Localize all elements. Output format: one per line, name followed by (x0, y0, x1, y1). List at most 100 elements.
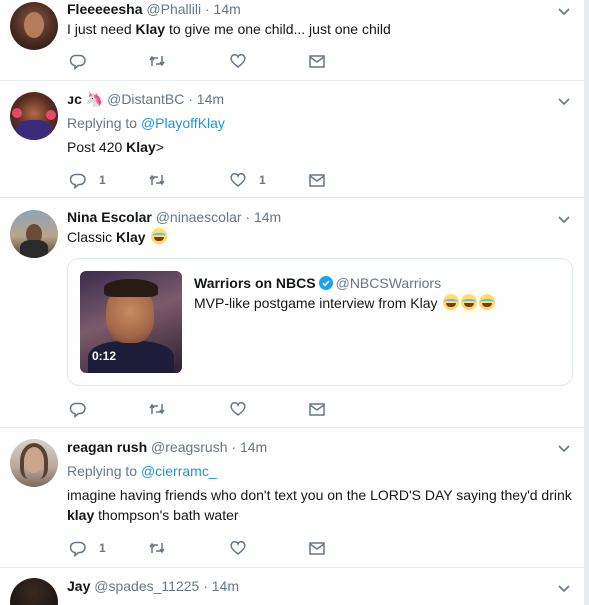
tweet-text-part: I just need (67, 21, 136, 37)
direct-message-icon (309, 174, 325, 187)
like-button[interactable]: 1 (229, 170, 266, 190)
like-count: 1 (259, 173, 266, 187)
tweet-text-part: thompson's bath water (94, 507, 239, 523)
avatar[interactable] (10, 578, 58, 605)
author-name[interactable]: Fleeeeesha (67, 1, 143, 17)
retweet-icon (149, 174, 165, 186)
author-name[interactable]: Jay (67, 578, 90, 594)
retweet-icon (149, 403, 165, 415)
tweet-actions (67, 51, 367, 71)
like-icon (230, 54, 246, 68)
scrollbar[interactable] (584, 0, 589, 605)
author-name[interactable]: reagan rush (67, 439, 147, 455)
highlighted-keyword: Klay (116, 229, 146, 245)
tweet-header: ᴊᴄ 🦄 @DistantBC · 14m (67, 89, 224, 109)
reply-count: 1 (99, 173, 106, 187)
timestamp[interactable]: 14m (254, 209, 281, 225)
timestamp[interactable]: 14m (212, 578, 239, 594)
separator-dot: · (204, 1, 210, 17)
retweet-button[interactable] (148, 51, 166, 71)
tweet-header: reagan rush @reagsrush · 14m (67, 437, 267, 457)
like-icon (230, 402, 246, 416)
avatar[interactable] (10, 2, 58, 50)
avatar[interactable] (10, 92, 58, 140)
like-button[interactable] (229, 51, 247, 71)
tweet[interactable]: reagan rush @reagsrush · 14m Replying to… (0, 428, 584, 568)
card-text: MVP-like postgame interview from Klay (194, 293, 496, 313)
highlighted-keyword: Klay (126, 139, 156, 155)
author-handle[interactable]: @spades_11225 (94, 578, 199, 594)
reply-icon (69, 541, 86, 557)
tweet-text-part: imagine having friends who don't text yo… (67, 487, 572, 503)
separator-dot: · (231, 439, 237, 455)
tweet-text-part: > (155, 139, 164, 155)
like-button[interactable] (229, 399, 247, 419)
reply-icon (69, 173, 86, 189)
replying-to-link[interactable]: @cierramc_ (141, 463, 217, 479)
chevron-down-icon[interactable] (556, 3, 572, 19)
author-name[interactable]: Nina Escolar (67, 209, 152, 225)
chevron-down-icon[interactable] (556, 440, 572, 456)
direct-message-button[interactable] (308, 51, 326, 71)
face-with-tears-of-joy-emoji (479, 294, 496, 310)
tweet-header: Fleeeeesha @Phallili · 14m (67, 0, 241, 19)
chevron-down-icon[interactable] (556, 211, 572, 227)
tweet[interactable]: ᴊᴄ 🦄 @DistantBC · 14m Replying to @Playo… (0, 81, 584, 198)
replying-to: Replying to @cierramc_ (67, 461, 217, 481)
reply-button[interactable]: 1 (69, 538, 106, 558)
direct-message-button[interactable] (308, 399, 326, 419)
direct-message-button[interactable] (308, 538, 326, 558)
replying-to-link[interactable]: @PlayoffKlay (141, 115, 225, 131)
highlighted-keyword: klay (67, 507, 95, 523)
reply-icon (69, 402, 86, 418)
like-button[interactable] (229, 538, 247, 558)
author-handle[interactable]: @ninaescolar (156, 209, 242, 225)
tweet[interactable]: Jay @spades_11225 · 14m (0, 568, 584, 605)
tweet-text: Classic Klay (67, 227, 168, 247)
retweet-button[interactable] (148, 399, 166, 419)
retweet-icon (149, 55, 165, 67)
separator-dot: · (203, 578, 208, 594)
thumbnail-figure (104, 279, 158, 297)
chevron-down-icon[interactable] (556, 580, 572, 596)
reply-button[interactable] (69, 51, 87, 71)
retweet-icon (149, 542, 165, 554)
face-with-tears-of-joy-emoji (461, 294, 478, 310)
verified-icon (318, 276, 333, 290)
card-author-name[interactable]: Warriors on NBCS (194, 275, 316, 291)
direct-message-icon (309, 403, 325, 416)
timeline: Fleeeeesha @Phallili · 14m I just need K… (0, 0, 584, 605)
direct-message-button[interactable] (308, 170, 326, 190)
author-handle[interactable]: @DistantBC (107, 91, 184, 107)
tweet[interactable]: Fleeeeesha @Phallili · 14m I just need K… (0, 0, 584, 81)
chevron-down-icon[interactable] (556, 93, 572, 109)
replying-to: Replying to @PlayoffKlay (67, 113, 225, 133)
retweet-button[interactable] (148, 538, 166, 558)
card-author-handle[interactable]: @NBCSWarriors (336, 275, 441, 291)
reply-icon (69, 54, 86, 70)
author-handle[interactable]: @Phallili (146, 1, 201, 17)
avatar[interactable] (10, 439, 58, 487)
avatar[interactable] (10, 210, 58, 258)
like-icon (230, 541, 246, 555)
tweet[interactable]: Nina Escolar @ninaescolar · 14m Classic … (0, 198, 584, 428)
reply-count: 1 (99, 541, 106, 555)
video-thumbnail[interactable]: 0:12 (80, 271, 182, 373)
quoted-tweet-card[interactable]: 0:12 Warriors on NBCS @NBCSWarriors MVP-l… (67, 258, 573, 386)
direct-message-icon (309, 55, 325, 68)
timestamp[interactable]: 14m (197, 91, 224, 107)
tweet-actions: 1 (67, 538, 367, 558)
reply-button[interactable]: 1 (69, 170, 106, 190)
timestamp[interactable]: 14m (240, 439, 267, 455)
timestamp[interactable]: 14m (214, 1, 241, 17)
replying-to-label: Replying to (67, 463, 141, 479)
tweet-text: I just need Klay to give me one child...… (67, 19, 391, 39)
retweet-button[interactable] (148, 170, 166, 190)
highlighted-keyword: Klay (135, 21, 166, 37)
author-name[interactable]: ᴊᴄ 🦄 (67, 91, 103, 107)
author-handle[interactable]: @reagsrush (151, 439, 227, 455)
face-with-tears-of-joy-emoji (443, 294, 460, 310)
tweet-text-part: Classic (67, 229, 117, 245)
reply-button[interactable] (69, 399, 87, 419)
tweet-actions (67, 399, 367, 419)
